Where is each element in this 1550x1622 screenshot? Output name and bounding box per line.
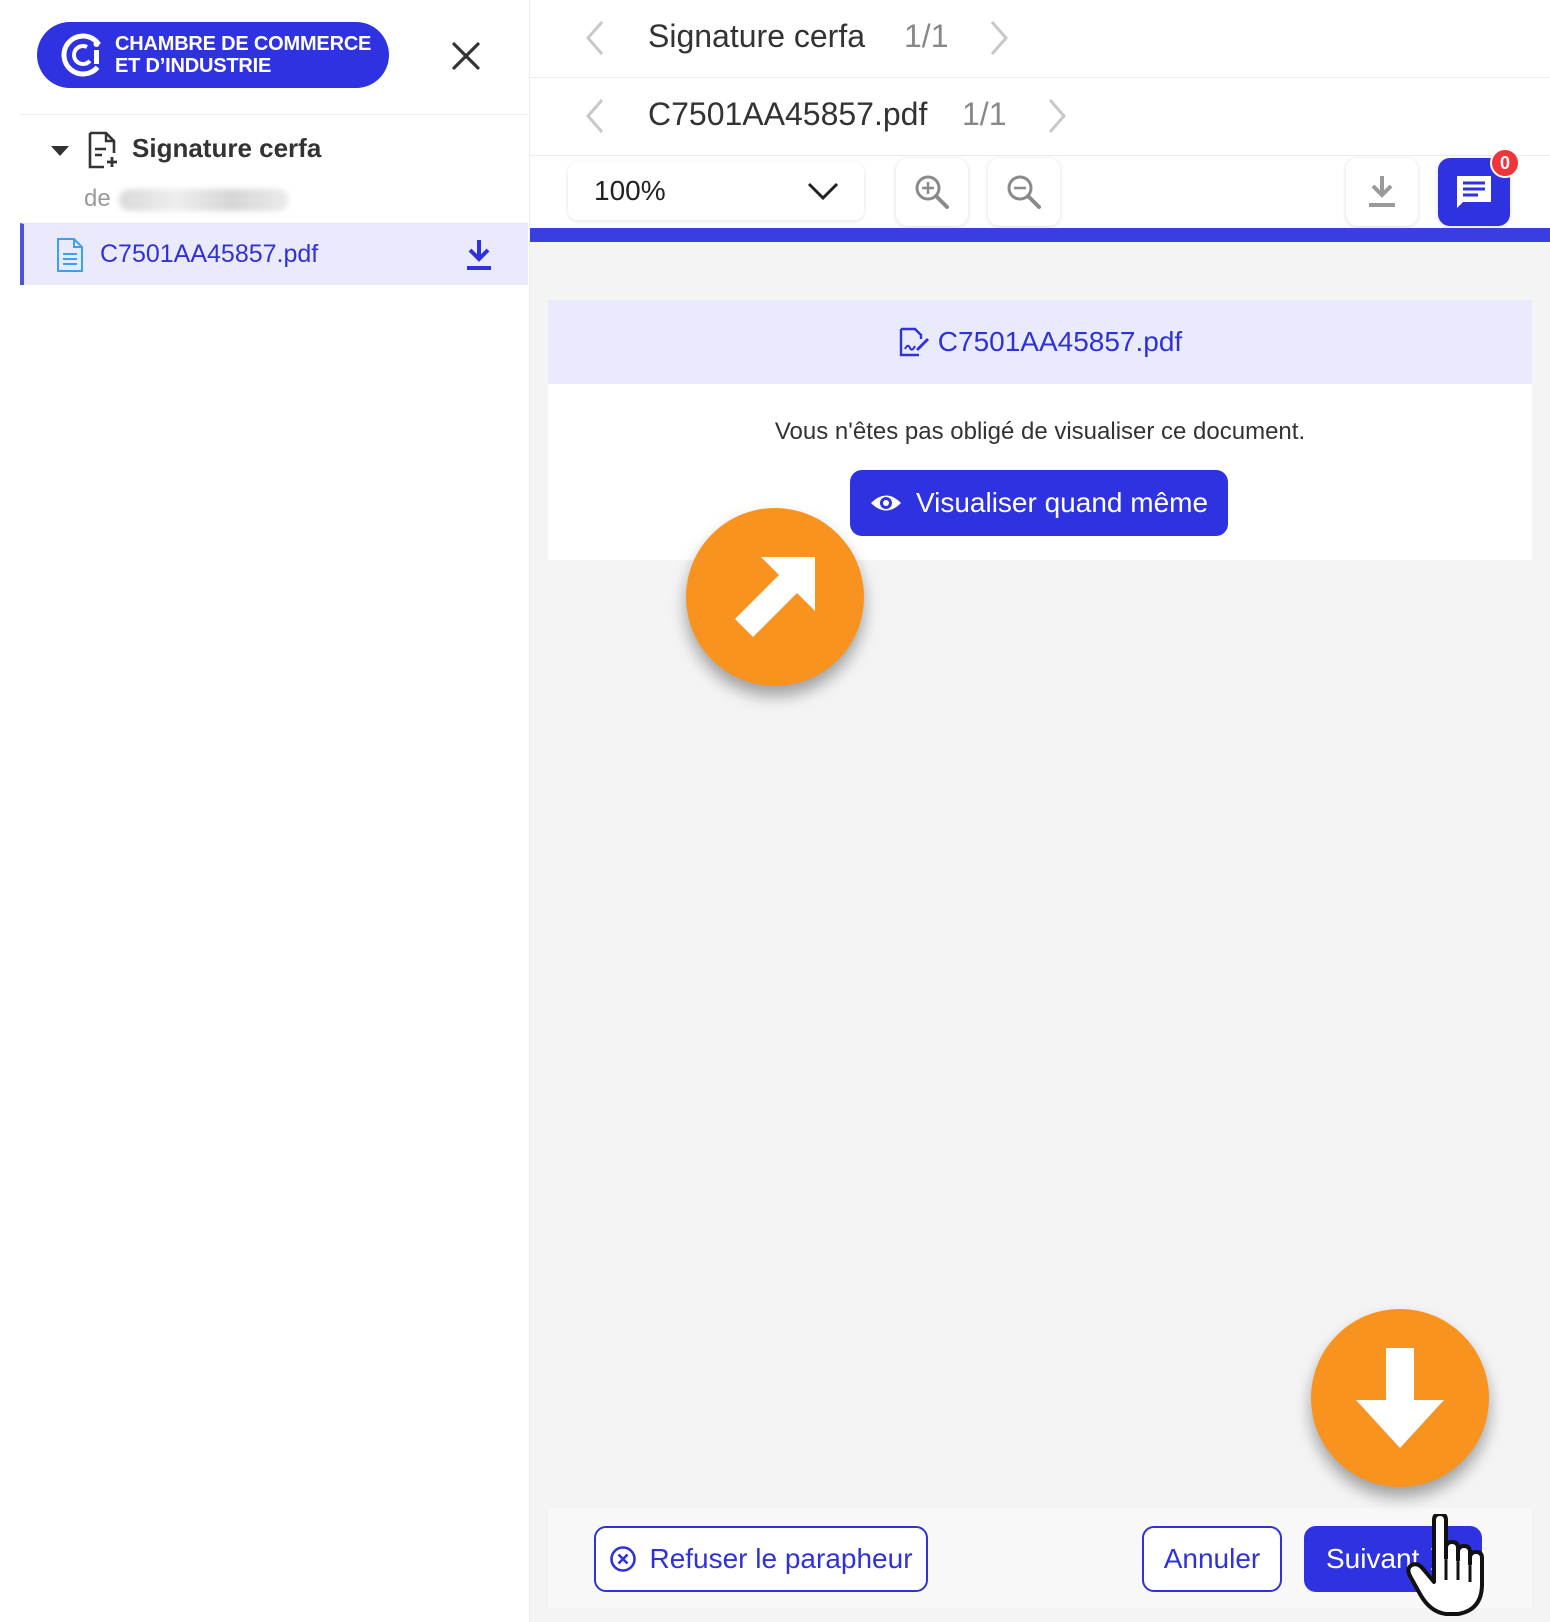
chevron-left-icon[interactable] (580, 96, 610, 136)
download-icon[interactable] (464, 238, 494, 272)
folder-navigator: Signature cerfa 1/1 (530, 0, 1550, 78)
file-navigator: C7501AA45857.pdf 1/1 (530, 78, 1550, 156)
callout-arrow-down (1311, 1309, 1489, 1487)
tree-sender: de (84, 185, 289, 213)
brand-name: CHAMBRE DE COMMERCE ET D’INDUSTRIE (115, 33, 371, 77)
refuse-label: Refuser le parapheur (649, 1543, 913, 1574)
cancel-label: Annuler (1163, 1543, 1261, 1574)
zoom-in-icon (915, 175, 949, 209)
folder-title: Signature cerfa (648, 18, 866, 54)
sidebar: CHAMBRE DE COMMERCE ET D’INDUSTRIE Signa… (0, 0, 530, 1622)
loading-bar (530, 228, 1550, 242)
tree-file-name: C7501AA45857.pdf (100, 240, 319, 268)
zoom-out-icon (1007, 175, 1041, 209)
zoom-value: 100% (594, 175, 666, 206)
comments-count-badge: 0 (1490, 148, 1520, 178)
tree-file-item[interactable]: C7501AA45857.pdf (20, 223, 528, 285)
callout-arrow-up-right (686, 508, 864, 686)
tree-folder[interactable]: Signature cerfa de (20, 115, 528, 223)
action-footer: Refuser le parapheur Annuler Suivant (548, 1508, 1532, 1608)
download-button[interactable] (1346, 158, 1418, 226)
document-card-filename: C7501AA45857.pdf (937, 326, 1183, 357)
optional-view-message: Vous n'êtes pas obligé de visualiser ce … (774, 418, 1306, 445)
zoom-select[interactable]: 100% (568, 162, 864, 220)
document-tree: Signature cerfa de C7501AA45857.pdf (20, 114, 528, 285)
hand-cursor-icon (1406, 1514, 1484, 1616)
cancel-button[interactable]: Annuler (1142, 1526, 1282, 1592)
comments-button[interactable]: 0 (1438, 148, 1520, 226)
document-card-header: C7501AA45857.pdf (548, 300, 1532, 384)
file-title: C7501AA45857.pdf (648, 96, 928, 132)
cci-logo-icon (61, 33, 105, 77)
document-card: C7501AA45857.pdf Vous n'êtes pas obligé … (548, 300, 1532, 560)
chevron-right-icon[interactable] (1042, 96, 1072, 136)
brand-line-2: ET D’INDUSTRIE (115, 55, 272, 77)
caret-down-icon[interactable] (50, 141, 70, 161)
arrow-down-icon (1356, 1348, 1444, 1448)
refuse-button[interactable]: Refuser le parapheur (594, 1526, 928, 1592)
brand-line-1: CHAMBRE DE COMMERCE (115, 33, 372, 55)
close-circle-icon (610, 1546, 637, 1572)
eye-icon (870, 495, 901, 511)
close-icon (452, 42, 480, 70)
document-add-icon (88, 131, 117, 169)
close-button[interactable] (446, 36, 486, 76)
file-counter: 1/1 (962, 96, 1007, 132)
chevron-right-icon[interactable] (984, 18, 1014, 58)
file-text-icon (57, 238, 83, 272)
tree-title: Signature cerfa (132, 133, 322, 163)
zoom-out-button[interactable] (988, 158, 1060, 226)
viewer-toolbar: 100% 0 (530, 148, 1550, 228)
view-anyway-label: Visualiser quand même (915, 487, 1209, 518)
arrow-up-right-icon (735, 557, 815, 637)
comment-icon (1457, 176, 1491, 208)
signed-document-icon (899, 327, 929, 357)
brand-logo-pill[interactable]: CHAMBRE DE COMMERCE ET D’INDUSTRIE (37, 22, 389, 88)
folder-counter: 1/1 (904, 18, 949, 54)
chevron-left-icon[interactable] (580, 18, 610, 58)
download-icon (1369, 176, 1395, 207)
sender-name-blurred (118, 188, 289, 211)
zoom-in-button[interactable] (896, 158, 968, 226)
sender-label: de (84, 185, 111, 212)
view-anyway-button[interactable]: Visualiser quand même (850, 470, 1228, 536)
chevron-down-icon (807, 182, 839, 201)
